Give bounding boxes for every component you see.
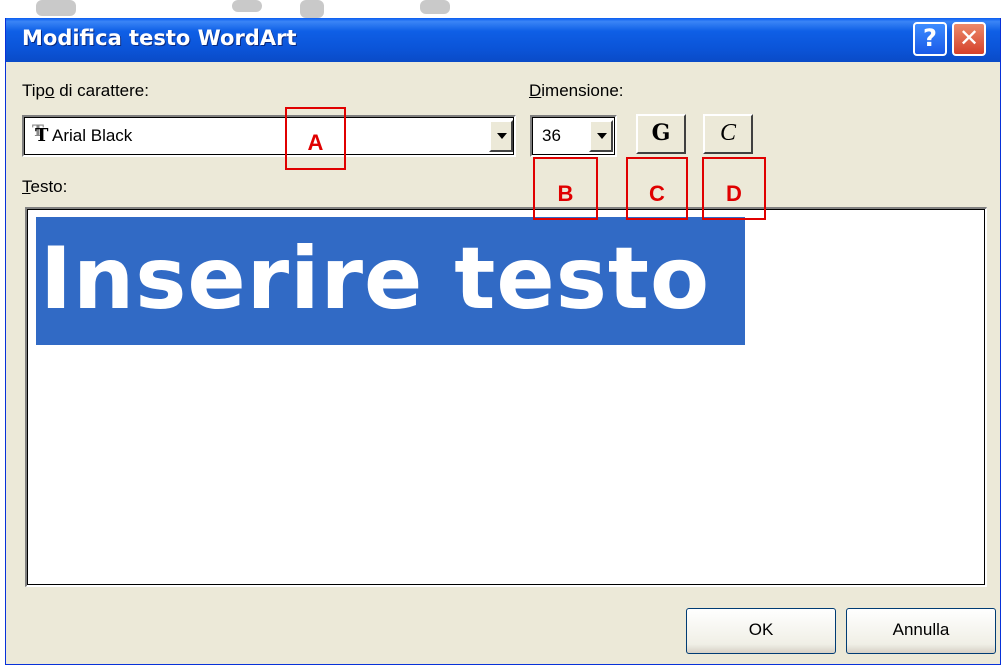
wordart-text-area[interactable]: Inserire testo <box>25 207 987 587</box>
font-combobox[interactable]: TT Arial Black <box>22 115 516 157</box>
truetype-font-icon: TT <box>32 121 49 146</box>
size-dropdown-arrow[interactable] <box>589 120 613 152</box>
size-value: 36 <box>542 126 561 145</box>
font-dropdown-arrow[interactable] <box>489 120 513 152</box>
background-shape <box>300 0 324 18</box>
wordart-dialog: Modifica testo WordArt ? ✕ Tipo di carat… <box>5 18 1001 665</box>
italic-button[interactable]: C <box>703 114 753 154</box>
text-label: Testo: <box>22 177 68 196</box>
font-value: Arial Black <box>52 126 133 145</box>
close-button[interactable]: ✕ <box>952 22 986 56</box>
help-button[interactable]: ? <box>913 22 947 56</box>
size-label: Dimensione: <box>529 81 624 100</box>
title-bar[interactable]: Modifica testo WordArt ? ✕ <box>6 18 1000 62</box>
background-shape <box>232 0 262 12</box>
annotation-a: A <box>285 107 346 170</box>
cancel-button[interactable]: Annulla <box>846 608 996 654</box>
bold-button[interactable]: G <box>636 114 686 154</box>
selected-text[interactable]: Inserire testo <box>36 217 745 345</box>
font-label: Tipo di carattere: <box>22 81 149 100</box>
annotation-d: D <box>702 157 766 220</box>
annotation-b: B <box>533 157 598 220</box>
annotation-c: C <box>626 157 688 220</box>
ok-button[interactable]: OK <box>686 608 836 654</box>
background-shape <box>420 0 450 14</box>
background-shape <box>36 0 76 16</box>
size-combobox[interactable]: 36 <box>530 115 617 157</box>
window-title: Modifica testo WordArt <box>22 26 297 50</box>
